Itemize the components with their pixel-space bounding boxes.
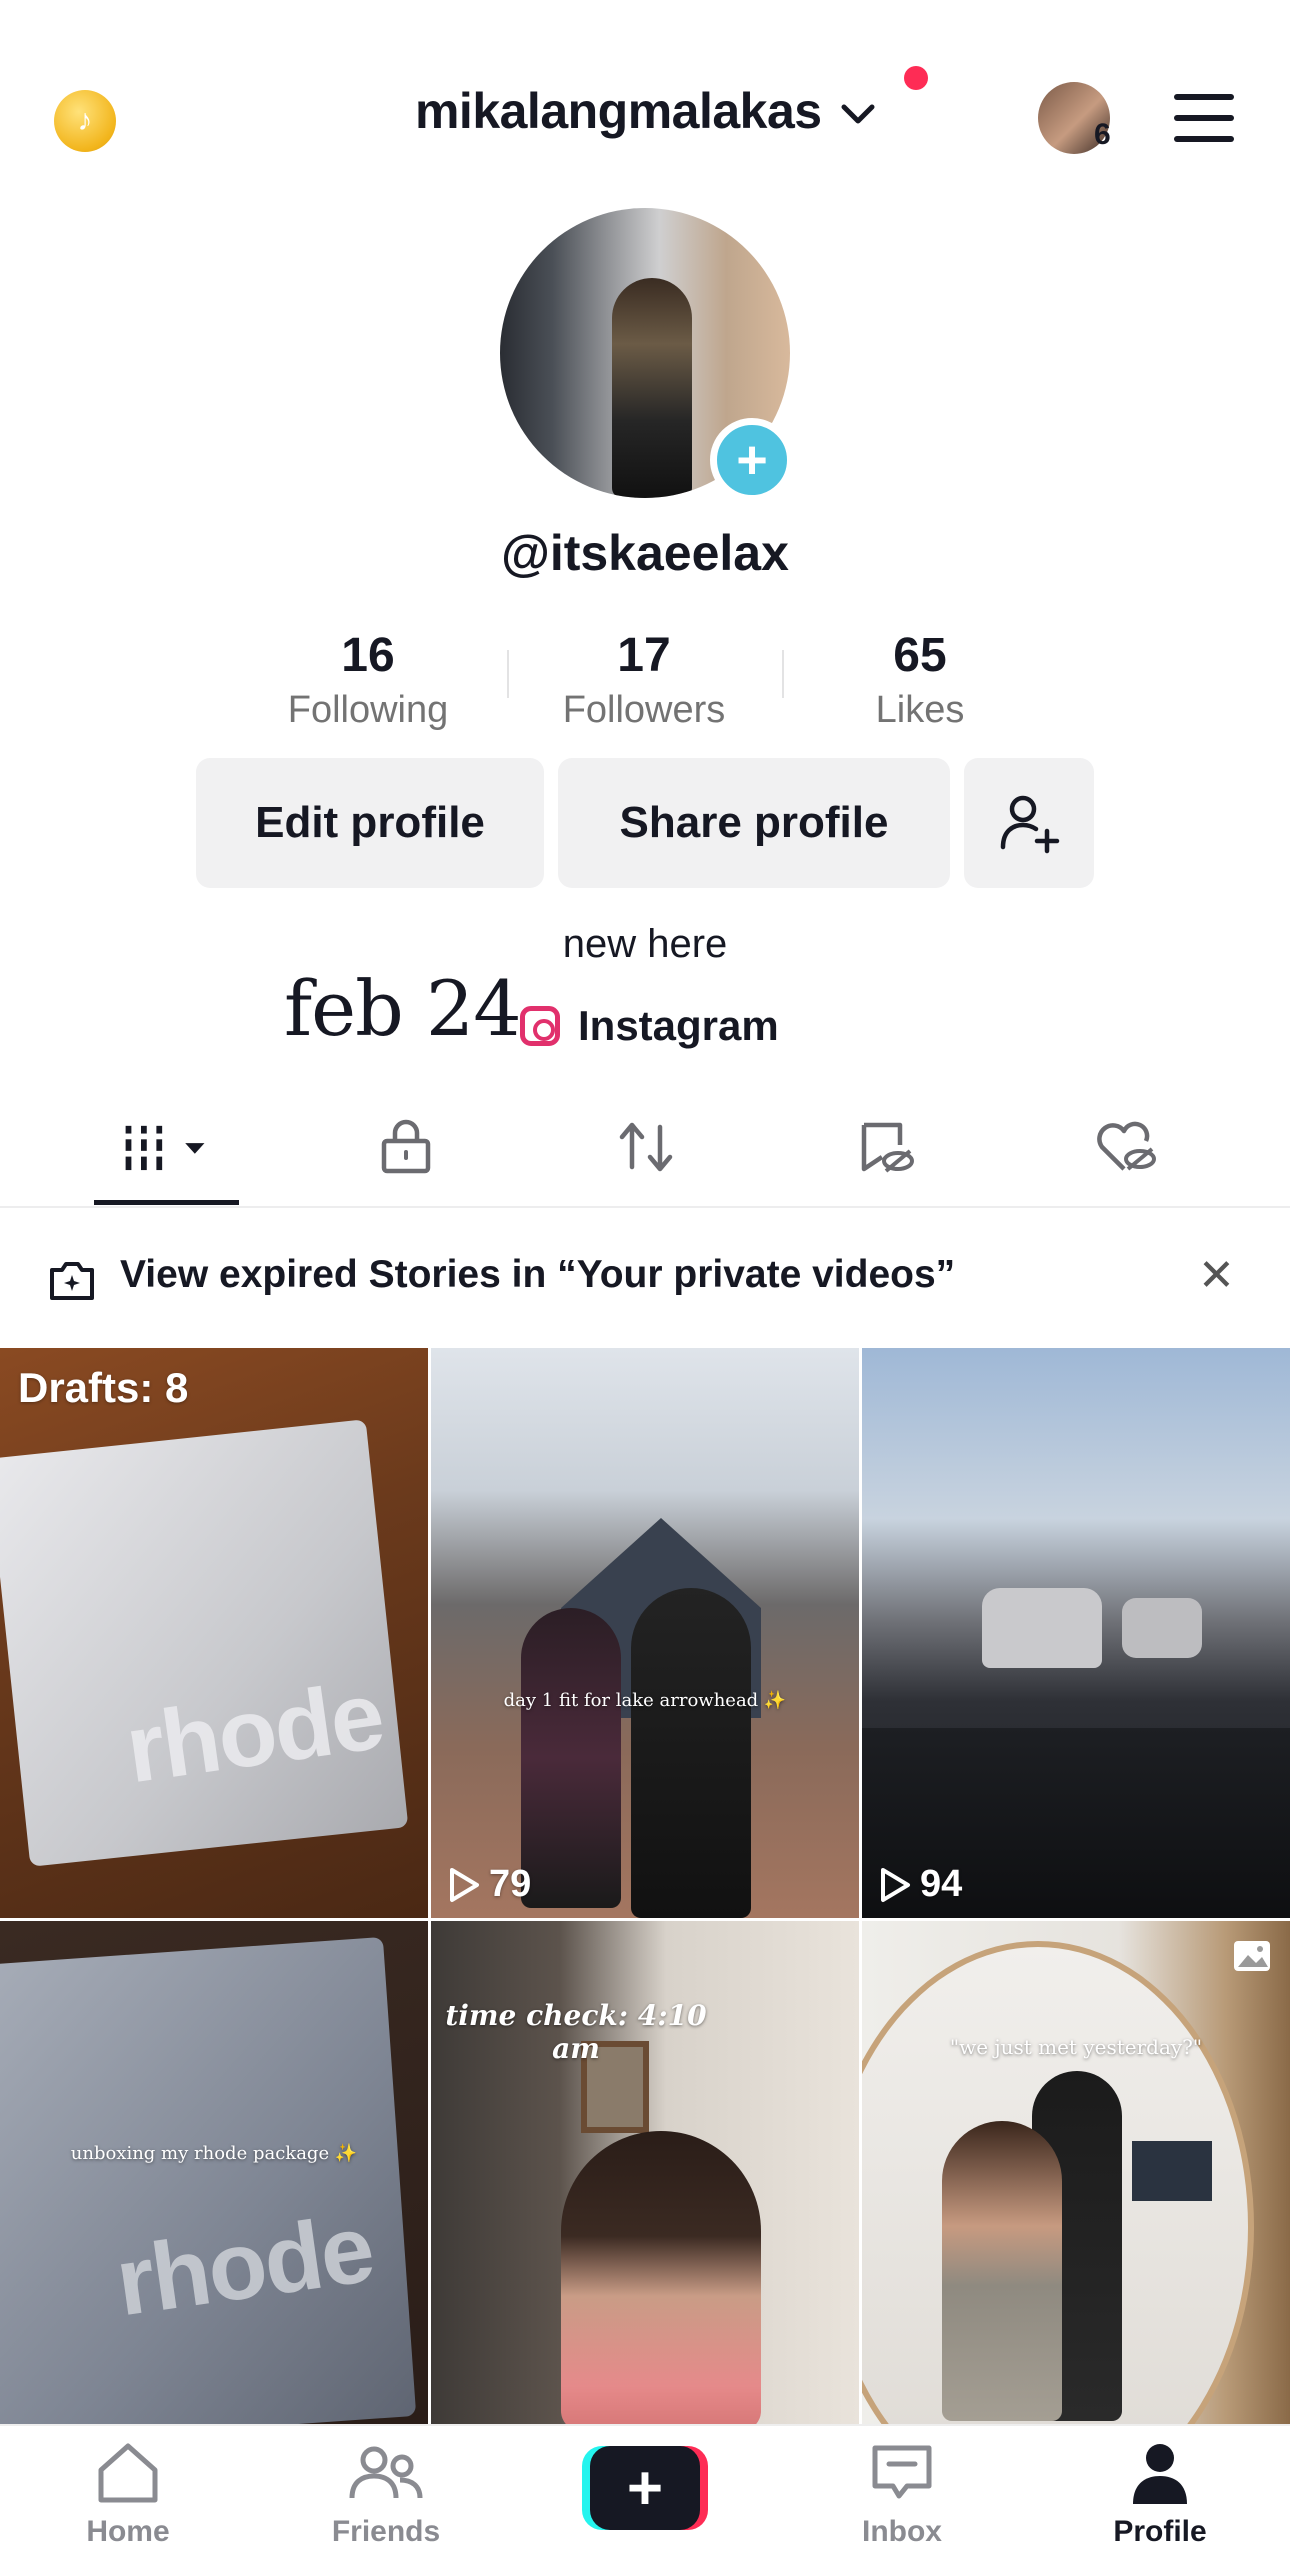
nav-label: Friends [331,2515,441,2548]
camera-story-icon [48,1258,96,1307]
nav-profile[interactable]: Profile [1070,2440,1250,2549]
profile-handle: @itskaeelax [501,525,789,581]
grid-item-video[interactable]: unboxing my rhode package ✨ rhode [0,1921,428,2424]
tabs-divider [0,1206,1290,1208]
notification-dot [904,66,928,90]
view-count: 94 [878,1863,962,1906]
view-count-label: 79 [489,1863,532,1905]
nav-label: Inbox [862,2515,942,2548]
stat-following[interactable]: 16 Following [238,628,498,732]
instagram-link[interactable]: Instagram [520,1002,779,1050]
tab-liked[interactable] [1076,1112,1176,1182]
account-badge: 6 [1094,118,1111,151]
nav-label: Profile [1113,2515,1207,2548]
add-friend-button[interactable] [964,758,1094,888]
tab-active-indicator [94,1200,239,1205]
view-count: 79 [447,1863,531,1906]
add-story-button[interactable]: + [710,418,794,502]
grid-item-video[interactable]: day 1 fit for lake arrowhead ✨ 79 [431,1348,859,1918]
nav-inbox[interactable]: Inbox [812,2440,992,2549]
grid-icon [125,1125,205,1171]
bookmark-hidden-icon [861,1122,914,1173]
drafts-count: Drafts: 8 [18,1364,189,1411]
stat-followers[interactable]: 17 Followers [514,628,774,732]
close-icon[interactable]: ✕ [1198,1254,1235,1298]
nav-label: Home [86,2515,170,2548]
stat-value: 65 [893,629,947,682]
repost-icon [619,1122,673,1172]
stat-divider [507,650,509,698]
stat-label: Likes [875,689,965,731]
username-label: mikalangmalakas [414,83,822,139]
grid-item-video[interactable]: 94 [862,1348,1290,1918]
instagram-icon [520,1006,560,1046]
stat-likes[interactable]: 65 Likes [790,628,1050,732]
add-user-icon [1000,795,1060,854]
grid-item-photo[interactable]: "we just met yesterday?" [862,1921,1290,2424]
stat-divider [782,650,784,698]
tab-reposts[interactable] [596,1112,696,1182]
profile-bio: new here [562,922,728,966]
view-count-label: 94 [920,1863,963,1905]
nav-home[interactable]: Home [38,2440,218,2549]
heart-hidden-icon [1097,1121,1156,1171]
bio-script-text: feb 24 [284,964,522,1053]
play-icon [450,1867,479,1902]
video-caption: time check: 4:10 am [445,1999,707,2065]
share-profile-button[interactable]: Share profile [558,758,950,888]
edit-profile-button[interactable]: Edit profile [196,758,544,888]
play-icon [881,1867,910,1902]
menu-icon[interactable] [1174,94,1234,142]
stat-value: 16 [341,629,395,682]
tab-favorites[interactable] [836,1112,936,1182]
friends-icon [349,2446,423,2499]
grid-item-video[interactable]: time check: 4:10 am [431,1921,859,2424]
instagram-label: Instagram [578,1002,779,1049]
photo-icon [1232,1939,1272,1978]
expired-stories-banner[interactable]: View expired Stories in “Your private vi… [120,1253,955,1297]
video-caption: unboxing my rhode package ✨ [70,2143,358,2164]
tab-videos[interactable] [116,1112,216,1182]
create-button[interactable]: + [582,2446,708,2530]
lock-icon [381,1119,431,1174]
video-caption: day 1 fit for lake arrowhead ✨ [503,1690,787,1711]
nav-friends[interactable]: Friends [296,2440,476,2549]
stat-label: Following [287,689,449,731]
chevron-down-icon [841,104,875,124]
home-icon [98,2443,158,2503]
tab-private[interactable] [356,1112,456,1182]
stat-value: 17 [617,629,671,682]
grid-item-drafts[interactable]: rhode Drafts: 8 [0,1348,428,1918]
stat-label: Followers [562,689,726,731]
video-caption: "we just met yesterday?" [949,2035,1203,2059]
plus-icon: + [590,2446,700,2530]
inbox-icon [872,2445,932,2499]
profile-icon [1133,2444,1187,2504]
